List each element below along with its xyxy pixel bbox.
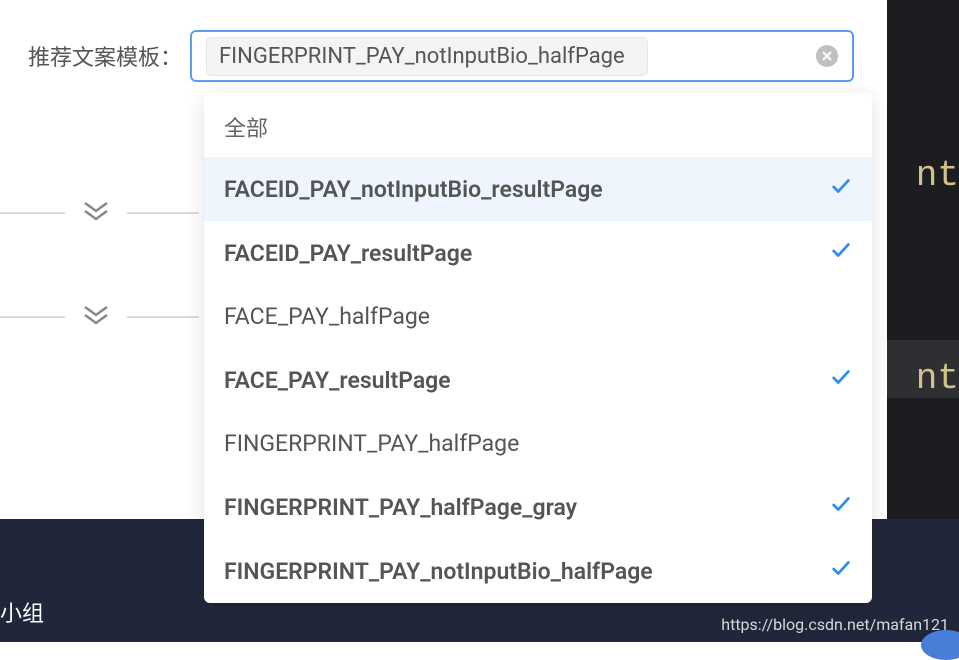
chevron-double-down-icon <box>81 199 111 227</box>
check-icon <box>830 493 852 521</box>
check-icon <box>830 239 852 267</box>
dropdown-option[interactable]: FACE_PAY_resultPage <box>204 348 872 412</box>
connector-line <box>0 316 65 318</box>
dropdown-option[interactable]: FINGERPRINT_PAY_notInputBio_halfPage <box>204 539 872 603</box>
connector-line <box>127 212 199 214</box>
option-label: FACEID_PAY_notInputBio_resultPage <box>224 176 603 203</box>
option-label: FACEID_PAY_resultPage <box>224 240 472 267</box>
option-label: FINGERPRINT_PAY_halfPage <box>224 430 519 457</box>
chevron-double-down-icon <box>81 303 111 331</box>
dropdown-option[interactable]: FACE_PAY_halfPage <box>204 285 872 348</box>
check-icon <box>830 557 852 585</box>
clear-all-icon[interactable] <box>816 45 838 67</box>
footer-accent-dot <box>921 630 959 660</box>
code-fragment-2: nt <box>916 358 959 399</box>
option-label: FINGERPRINT_PAY_notInputBio_halfPage <box>224 558 653 585</box>
option-label: FACE_PAY_resultPage <box>224 367 451 394</box>
dropdown-option[interactable]: FINGERPRINT_PAY_halfPage <box>204 412 872 475</box>
select-wrapper: FINGERPRINT_PAY_notInputBio_halfPage <box>190 30 854 82</box>
option-label: FINGERPRINT_PAY_halfPage_gray <box>224 494 577 521</box>
dropdown-option[interactable]: FACEID_PAY_resultPage <box>204 221 872 285</box>
footer-group-label: 小组 <box>0 596 44 634</box>
template-dropdown: 全部 FACEID_PAY_notInputBio_resultPage FACE… <box>204 93 872 603</box>
tag-label: FINGERPRINT_PAY_notInputBio_halfPage <box>219 44 625 69</box>
selected-tag: FINGERPRINT_PAY_notInputBio_halfPage <box>206 37 648 76</box>
dropdown-option[interactable]: FACEID_PAY_notInputBio_resultPage <box>204 157 872 221</box>
template-label: 推荐文案模板： <box>28 40 182 72</box>
footer-watermark: https://blog.csdn.net/mafan121 <box>721 615 949 634</box>
template-select-row: 推荐文案模板： FINGERPRINT_PAY_notInputBio_half… <box>0 0 959 82</box>
option-label: FACE_PAY_halfPage <box>224 303 430 330</box>
template-select-input[interactable]: FINGERPRINT_PAY_notInputBio_halfPage <box>190 30 854 82</box>
flow-connector-1 <box>0 199 199 227</box>
check-icon <box>830 366 852 394</box>
dropdown-header: 全部 <box>204 93 872 157</box>
code-fragment-1: nt <box>916 155 959 196</box>
connector-line <box>0 212 65 214</box>
dropdown-option[interactable]: FINGERPRINT_PAY_halfPage_gray <box>204 475 872 539</box>
code-editor-edge: nt nt <box>887 0 959 519</box>
connector-line <box>127 316 199 318</box>
flow-connector-2 <box>0 303 199 331</box>
check-icon <box>830 175 852 203</box>
